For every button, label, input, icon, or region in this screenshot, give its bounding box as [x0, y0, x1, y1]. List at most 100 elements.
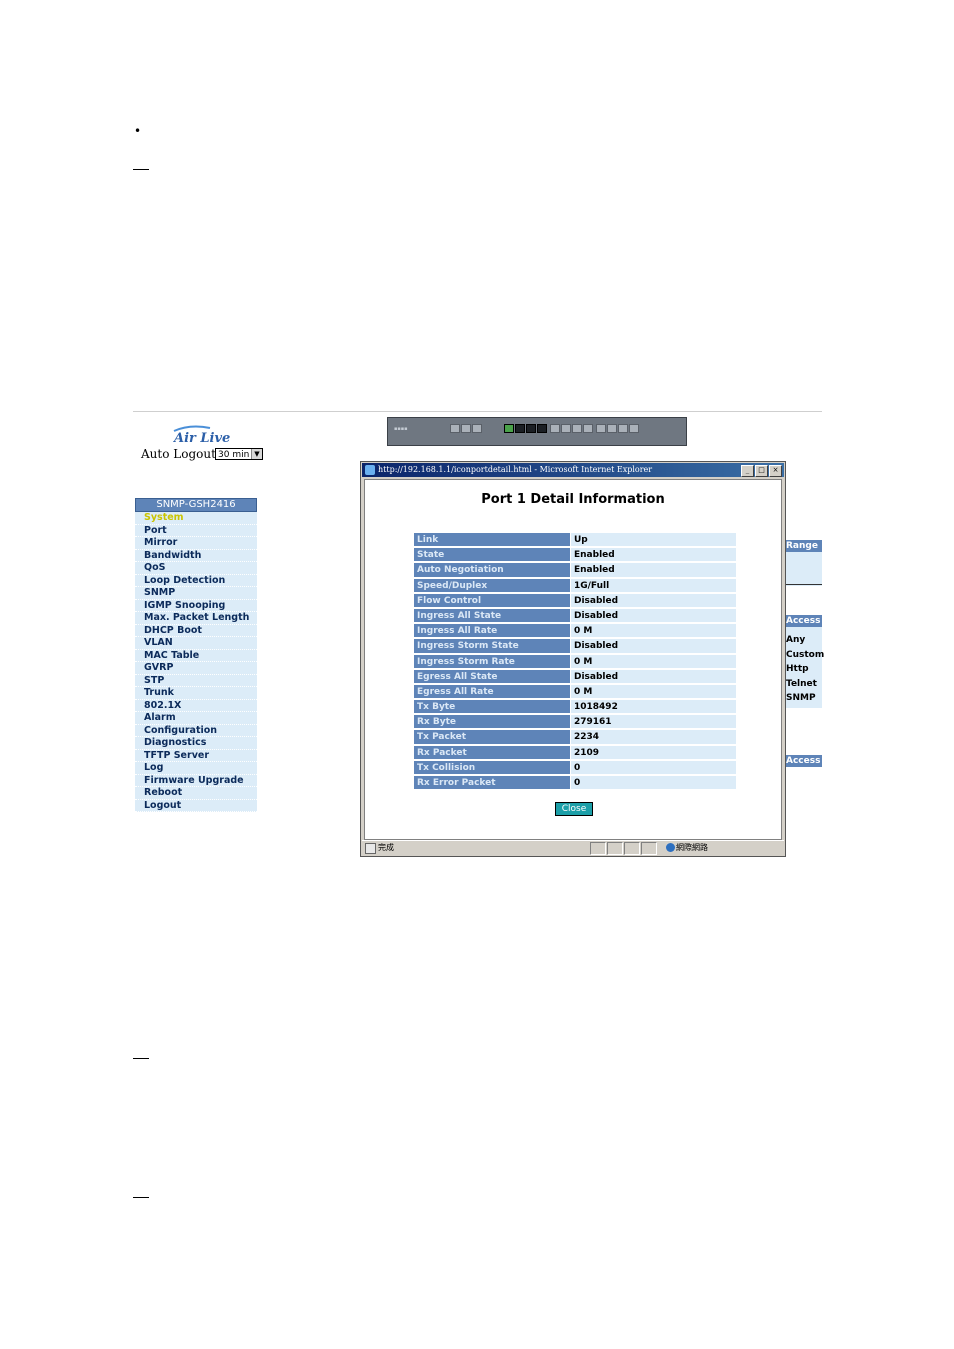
sidebar-item-vlan[interactable]: VLAN — [135, 637, 257, 650]
table-row: Ingress Storm State Disabled — [413, 638, 737, 654]
access-header-2: Access — [784, 755, 822, 767]
row-value: Disabled — [571, 592, 737, 608]
range-header: Range — [784, 540, 822, 552]
auto-logout-value: 30 min — [218, 450, 250, 460]
dash-mark — [133, 1058, 149, 1059]
sidebar-item-configuration[interactable]: Configuration — [135, 724, 257, 737]
window-title: http://192.168.1.1/iconportdetail.html -… — [378, 465, 653, 474]
page-content: Port 1 Detail Information Link Up State Ena… — [364, 479, 782, 840]
sidebar-item-trunk[interactable]: Trunk — [135, 687, 257, 700]
range-panel: Range — [784, 540, 822, 586]
row-label: Speed/Duplex — [413, 577, 571, 593]
port-group-3[interactable] — [596, 424, 639, 433]
row-label: Ingress All State — [413, 607, 571, 624]
row-value: 0 M — [571, 683, 737, 700]
sidebar-item-firmware-upgrade[interactable]: Firmware Upgrade — [135, 774, 257, 787]
page-title: Port 1 Detail Information — [481, 492, 665, 507]
access-panel: Access Any Custom Http Telnet SNMP — [784, 615, 824, 708]
status-cell — [624, 842, 640, 855]
sidebar-menu: SNMP-GSH2416 System Port Mirror Bandwidth Qo… — [135, 498, 257, 812]
row-value: 0 — [571, 775, 737, 791]
sidebar-item-mirror[interactable]: Mirror — [135, 537, 257, 550]
sidebar-item-gvrp[interactable]: GVRP — [135, 662, 257, 675]
row-label: Rx Error Packet — [413, 775, 571, 791]
row-label: Link — [413, 532, 571, 548]
row-label: Tx Collision — [413, 759, 571, 775]
minimize-button[interactable]: _ — [741, 465, 754, 477]
table-row: Tx Collision 0 — [413, 759, 737, 775]
sidebar-item-diagnostics[interactable]: Diagnostics — [135, 737, 257, 750]
dash-mark — [133, 1197, 149, 1198]
row-value: 0 M — [571, 623, 737, 639]
status-bar: 完成 網際網路 — [362, 840, 784, 855]
sidebar-item-port[interactable]: Port — [135, 524, 257, 537]
status-cell — [590, 842, 606, 855]
sidebar-item-max-packet-length[interactable]: Max. Packet Length — [135, 612, 257, 625]
sidebar-item-log[interactable]: Log — [135, 762, 257, 775]
sidebar-item-stp[interactable]: STP — [135, 674, 257, 687]
access-option[interactable]: Telnet — [784, 677, 822, 692]
window-titlebar[interactable]: http://192.168.1.1/iconportdetail.html -… — [362, 463, 784, 477]
port-group-active[interactable] — [504, 424, 547, 433]
table-row: Rx Error Packet 0 — [413, 775, 737, 791]
sidebar-item-loop-detection[interactable]: Loop Detection — [135, 574, 257, 587]
divider-line — [133, 411, 822, 412]
row-label: Egress All Rate — [413, 683, 571, 700]
row-value: 0 M — [571, 653, 737, 669]
access-panel-2: Access — [784, 755, 822, 767]
access-option[interactable]: Http — [784, 662, 822, 677]
table-row: State Enabled — [413, 547, 737, 563]
auto-logout-select[interactable]: 30 min ▼ — [215, 448, 263, 460]
sidebar-item-igmp-snooping[interactable]: IGMP Snooping — [135, 599, 257, 612]
row-label: Rx Byte — [413, 714, 571, 730]
row-label: Rx Packet — [413, 744, 571, 760]
table-row: Tx Byte 1018492 — [413, 699, 737, 715]
sidebar-item-system[interactable]: System — [135, 512, 257, 525]
maximize-button[interactable]: □ — [755, 465, 768, 477]
switch-front-panel: ▪▪▪▪ — [387, 417, 687, 446]
chevron-down-icon[interactable]: ▼ — [251, 449, 262, 459]
port-group-2[interactable] — [550, 424, 593, 433]
zone-text: 網際網路 — [676, 843, 708, 852]
table-row: Flow Control Disabled — [413, 592, 737, 608]
divider-line — [784, 584, 822, 585]
sidebar-item-tftp-server[interactable]: TFTP Server — [135, 749, 257, 762]
sidebar-item-snmp[interactable]: SNMP — [135, 587, 257, 600]
table-row: Link Up — [413, 532, 737, 548]
close-window-button[interactable]: × — [769, 465, 782, 477]
row-label: State — [413, 547, 571, 563]
sidebar-item-reboot[interactable]: Reboot — [135, 787, 257, 800]
ie-popup-window: http://192.168.1.1/iconportdetail.html -… — [360, 461, 786, 857]
row-label: Ingress Storm State — [413, 638, 571, 654]
sidebar-item-dhcp-boot[interactable]: DHCP Boot — [135, 624, 257, 637]
status-cell — [607, 842, 623, 855]
table-row: Egress All State Disabled — [413, 668, 737, 684]
row-value: Enabled — [571, 547, 737, 563]
sidebar-item-alarm[interactable]: Alarm — [135, 712, 257, 725]
table-row: Rx Packet 2109 — [413, 744, 737, 760]
close-button[interactable]: Close — [555, 802, 593, 816]
row-label: Ingress Storm Rate — [413, 653, 571, 669]
table-row: Tx Packet 2234 — [413, 729, 737, 745]
sidebar-item-802-1x[interactable]: 802.1X — [135, 699, 257, 712]
row-value: Disabled — [571, 668, 737, 684]
page-done-icon — [365, 843, 376, 854]
sidebar-item-mac-table[interactable]: MAC Table — [135, 649, 257, 662]
status-cell — [641, 842, 657, 855]
row-value: 2109 — [571, 744, 737, 760]
access-option[interactable]: Any — [784, 633, 822, 648]
access-option[interactable]: Custom — [784, 648, 824, 663]
row-label: Auto Negotiation — [413, 562, 571, 578]
logo-swoosh-icon: Air Live — [172, 425, 230, 446]
row-value: 1018492 — [571, 699, 737, 715]
row-value: Disabled — [571, 638, 737, 654]
row-value: Up — [571, 532, 737, 548]
row-label: Egress All State — [413, 668, 571, 684]
status-text: 完成 — [378, 843, 394, 852]
sidebar-item-qos[interactable]: QoS — [135, 562, 257, 575]
row-label: Flow Control — [413, 592, 571, 608]
row-value: 1G/Full — [571, 577, 737, 593]
access-option[interactable]: SNMP — [784, 691, 822, 706]
sidebar-item-logout[interactable]: Logout — [135, 799, 257, 812]
sidebar-item-bandwidth[interactable]: Bandwidth — [135, 549, 257, 562]
